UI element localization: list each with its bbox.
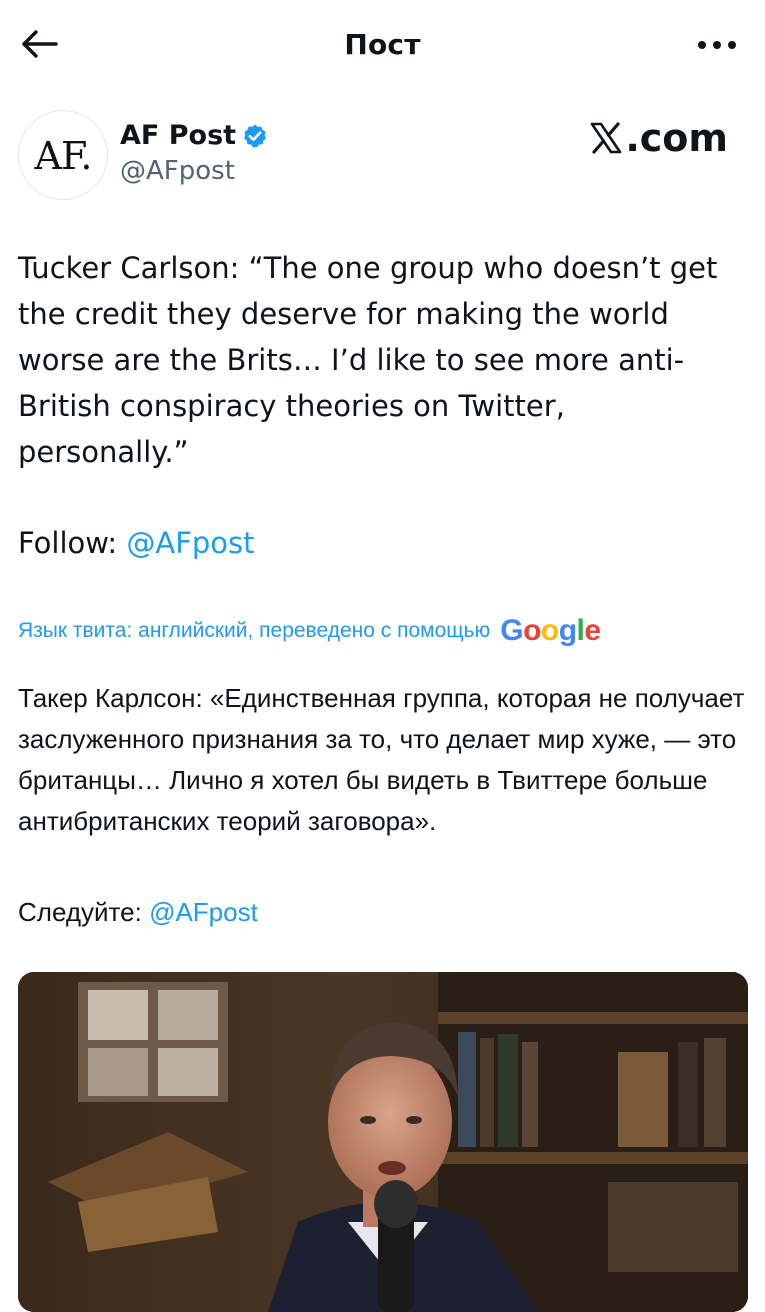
- tweet-author: AF. AF Post @AFpost .com: [18, 110, 748, 206]
- google-letter: l: [576, 614, 585, 647]
- google-letter: e: [584, 614, 601, 647]
- author-name-line: AF Post: [120, 120, 268, 152]
- google-logo: Google: [500, 614, 601, 648]
- x-logo-icon: [589, 121, 623, 155]
- top-bar: Пост: [0, 0, 765, 92]
- avatar[interactable]: AF.: [18, 110, 108, 200]
- google-letter: G: [500, 614, 524, 647]
- translated-follow-label: Следуйте:: [18, 897, 150, 927]
- translation-notice-text: Язык твита: английский, переведено с пом…: [18, 619, 491, 642]
- more-horizontal-icon: [697, 37, 737, 55]
- tweet-text: Tucker Carlson: “The one group who doesn…: [18, 251, 718, 469]
- follow-label: Follow:: [18, 526, 127, 560]
- translated-text: Такер Карлсон: «Единственная группа, кот…: [18, 683, 745, 836]
- author-name-block[interactable]: AF Post @AFpost: [120, 120, 268, 186]
- more-options-button[interactable]: [693, 26, 741, 66]
- tweet-follow-line: Follow: @AFpost: [18, 520, 255, 566]
- translation-notice[interactable]: Язык твита: английский, переведено с пом…: [18, 614, 748, 648]
- tweet-media-video[interactable]: [18, 972, 748, 1312]
- google-letter: g: [558, 614, 577, 647]
- page-title: Пост: [344, 28, 421, 61]
- source-label: .com: [625, 116, 728, 160]
- verified-badge-icon: [242, 123, 268, 149]
- follow-mention-link[interactable]: @AFpost: [126, 526, 254, 560]
- google-letter: o: [540, 614, 559, 647]
- author-handle: @AFpost: [120, 156, 235, 186]
- author-name: AF Post: [120, 120, 237, 151]
- avatar-logo-text: AF.: [34, 134, 93, 178]
- google-letter: o: [523, 614, 541, 647]
- source-badge: .com: [589, 116, 728, 160]
- video-frame-image: [18, 972, 748, 1312]
- translated-follow-line: Следуйте: @AFpost: [18, 892, 258, 933]
- translated-follow-mention-link[interactable]: @AFpost: [149, 897, 258, 927]
